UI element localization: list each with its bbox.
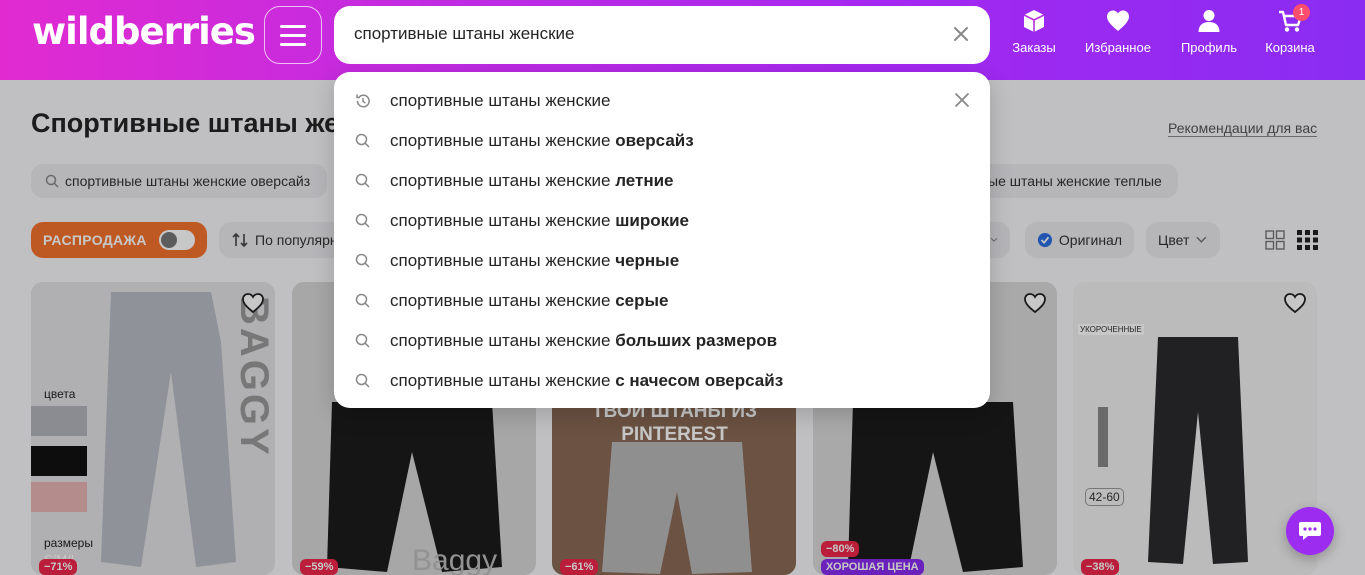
chevron-down-icon: [990, 237, 998, 242]
size-range: 42-60: [1085, 488, 1124, 506]
suggestion-item[interactable]: спортивные штаны женские с начесом оверс…: [334, 360, 990, 400]
nav-profile-label: Профиль: [1180, 40, 1238, 55]
grid-large-icon[interactable]: [1265, 230, 1285, 250]
search-icon: [355, 133, 370, 148]
original-filter[interactable]: Оригинал: [1025, 222, 1134, 258]
original-label: Оригинал: [1058, 232, 1122, 248]
history-icon: [356, 94, 370, 108]
burger-icon: [280, 24, 306, 46]
menu-button[interactable]: [264, 6, 322, 64]
search-input[interactable]: [354, 24, 914, 44]
suggestion-text: спортивные штаны женские серые: [390, 291, 669, 310]
logo[interactable]: wildberries: [32, 10, 256, 53]
product-card[interactable]: BAGGY цвета размеры S/M/L −71%: [31, 282, 275, 575]
sale-toggle[interactable]: РАСПРОДАЖА: [31, 222, 207, 258]
search-bar: [334, 6, 990, 64]
card-overlay-text: BAGGY: [232, 296, 275, 458]
verified-icon: [1037, 232, 1053, 248]
nav-cart-label: Корзина: [1265, 40, 1315, 55]
nav-cart[interactable]: 1 Корзина: [1262, 4, 1318, 55]
sort-icon: [232, 232, 248, 248]
discount-badge: −59%: [300, 559, 339, 575]
suggestion-text: спортивные штаны женские широкие: [390, 211, 690, 230]
search-icon: [355, 213, 370, 228]
good-price-badge: ХОРОШАЯ ЦЕНА: [821, 559, 924, 575]
nav-profile[interactable]: Профиль: [1178, 8, 1240, 55]
sort-button[interactable]: По популярн: [219, 222, 349, 258]
favorite-icon[interactable]: [241, 292, 265, 314]
discount-badge: −38%: [1081, 559, 1120, 575]
search-icon: [355, 333, 370, 348]
heart-icon: [1107, 10, 1129, 31]
grid-small-icon[interactable]: [1297, 230, 1319, 250]
nav-orders[interactable]: Заказы: [1010, 8, 1058, 55]
color-filter[interactable]: Цвет: [1146, 222, 1220, 258]
search-suggestions: спортивные штаны женские спортивные штан…: [334, 72, 990, 408]
card-overlay-text: Baggy: [412, 544, 498, 575]
search-icon: [355, 373, 370, 388]
search-icon: [45, 174, 59, 188]
discount-badge: −71%: [39, 559, 78, 575]
chip-label: ые штаны женские теплые: [988, 173, 1162, 189]
color-label: Цвет: [1158, 232, 1190, 248]
header: wildberries Заказы Избранное Профиль 1: [0, 0, 1365, 80]
suggestion-text: спортивные штаны женские: [390, 91, 611, 110]
suggestion-item[interactable]: спортивные штаны женские черные: [334, 240, 990, 280]
favorite-icon[interactable]: [1023, 292, 1047, 314]
suggestion-item[interactable]: спортивные штаны женские больших размеро…: [334, 320, 990, 360]
suggestion-text: спортивные штаны женские летние: [390, 171, 674, 190]
chip-suggestion[interactable]: ые штаны женские теплые: [960, 164, 1178, 198]
chat-button[interactable]: [1286, 507, 1334, 555]
nav-favorites[interactable]: Избранное: [1080, 8, 1156, 55]
nav-orders-label: Заказы: [1012, 40, 1056, 55]
chip-label: спортивные штаны женские оверсайз: [65, 173, 311, 189]
chevron-down-icon: [1196, 236, 1207, 243]
box-icon: [1023, 10, 1045, 32]
product-tag: УКОРОЧЕННЫЕ: [1078, 324, 1144, 335]
discount-badge: −80%: [821, 541, 860, 557]
search-icon: [355, 253, 370, 268]
clear-search-icon[interactable]: [950, 23, 972, 45]
page-title: Спортивные штаны же: [31, 108, 340, 138]
sort-label: По популярн: [255, 232, 338, 248]
search-icon: [355, 173, 370, 188]
suggestion-item[interactable]: спортивные штаны женские летние: [334, 160, 990, 200]
suggestion-item[interactable]: спортивные штаны женские серые: [334, 280, 990, 320]
chip-suggestion[interactable]: спортивные штаны женские оверсайз: [31, 164, 327, 198]
search-icon: [355, 293, 370, 308]
remove-history-icon[interactable]: [952, 90, 972, 110]
sale-label: РАСПРОДАЖА: [43, 232, 147, 248]
nav-favorites-label: Избранное: [1085, 40, 1151, 55]
suggestion-history-item[interactable]: спортивные штаны женские: [334, 80, 990, 120]
suggestion-text: спортивные штаны женские с начесом оверс…: [390, 371, 784, 390]
toggle-switch[interactable]: [159, 230, 195, 250]
suggestion-text: спортивные штаны женские черные: [390, 251, 680, 270]
colors-label: цвета: [44, 387, 76, 401]
sizes-label: размеры: [44, 536, 93, 550]
suggestion-item[interactable]: спортивные штаны женские широкие: [334, 200, 990, 240]
product-card[interactable]: УКОРОЧЕННЫЕ 42-60 −38%: [1073, 282, 1317, 575]
favorite-icon[interactable]: [1283, 292, 1307, 314]
user-icon: [1198, 10, 1220, 32]
suggestion-text: спортивные штаны женские оверсайз: [390, 131, 694, 150]
chat-icon: [1299, 522, 1321, 540]
cart-badge: 1: [1293, 4, 1310, 21]
discount-badge: −61%: [560, 559, 599, 575]
suggestion-text: спортивные штаны женские больших размеро…: [390, 331, 778, 350]
suggestion-item[interactable]: спортивные штаны женские оверсайз: [334, 120, 990, 160]
recommendations-link[interactable]: Рекомендации для вас: [1168, 120, 1318, 137]
